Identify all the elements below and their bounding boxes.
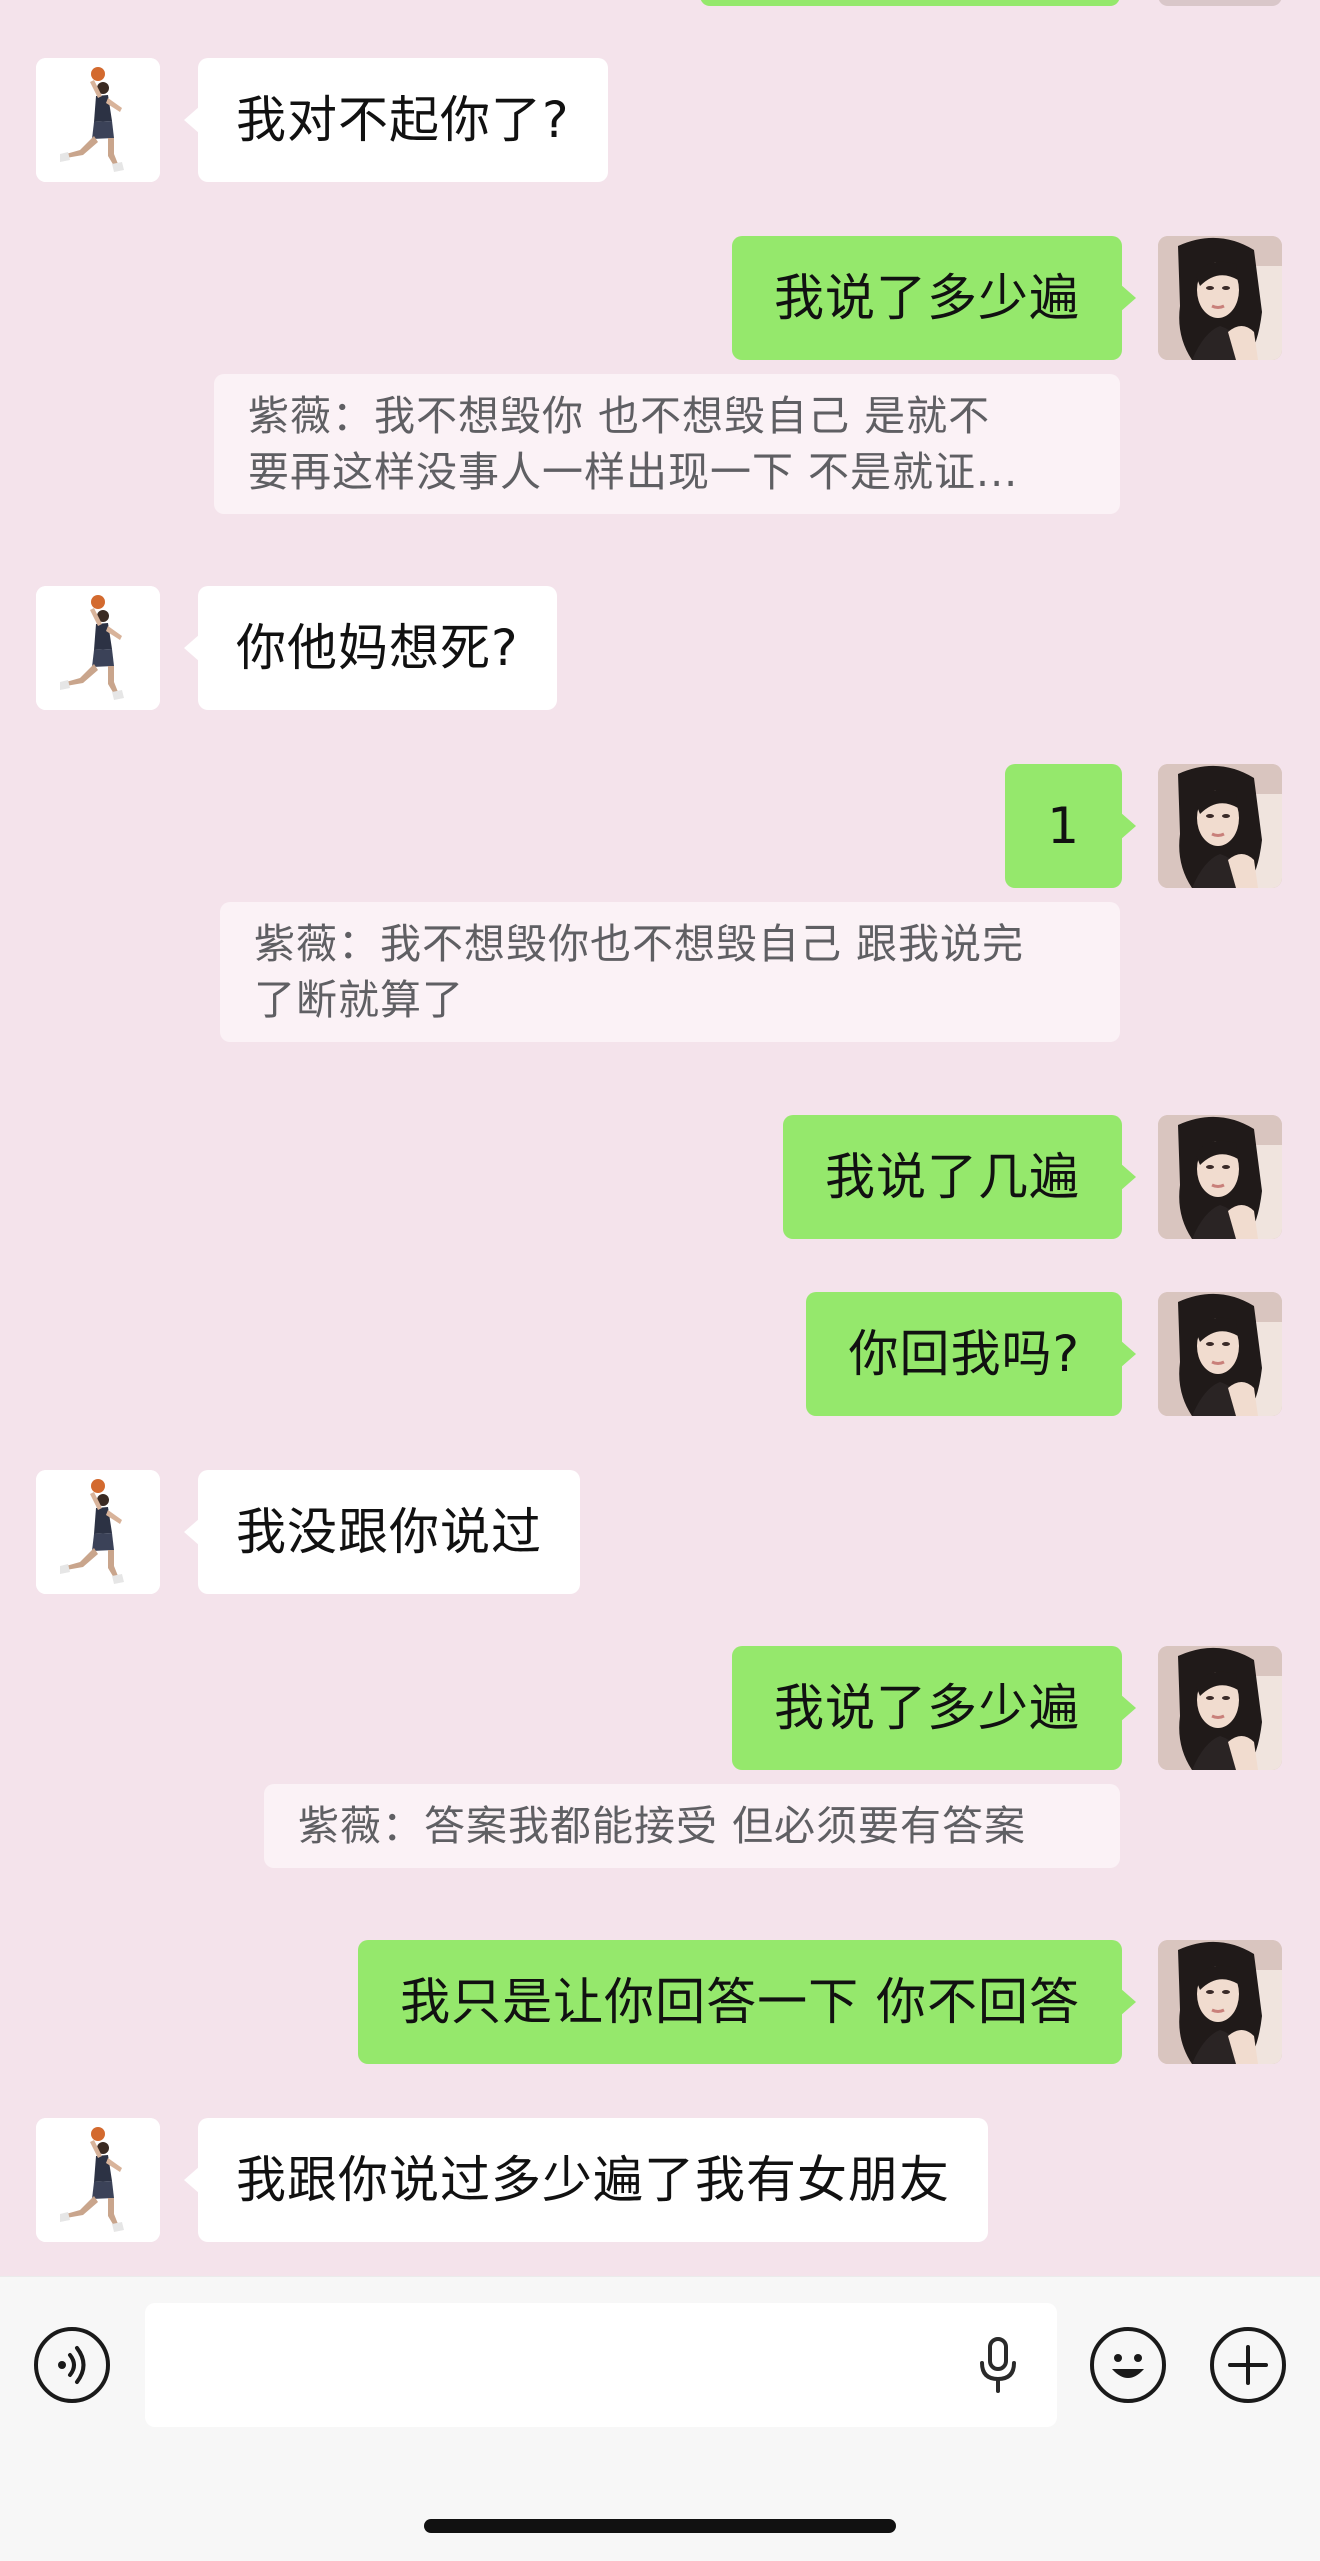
received-message[interactable]: 你他妈想死? — [184, 586, 557, 710]
woman-portrait-avatar-icon — [1158, 1292, 1282, 1416]
basketball-player-avatar-icon — [36, 2118, 160, 2242]
self-avatar[interactable] — [1158, 1940, 1282, 2064]
quote-line: 紫薇：答案我都能接受 但必须要有答案 — [298, 1802, 1027, 1850]
message-input[interactable] — [145, 2303, 1057, 2427]
received-message[interactable]: 我没跟你说过 — [184, 1470, 580, 1594]
sent-message[interactable]: 我说了多少遍 — [732, 236, 1136, 360]
quote-line: 紫薇：我不想毁你也不想毁自己 跟我说完 — [254, 920, 1025, 968]
emoji-button[interactable] — [1090, 2327, 1166, 2403]
plus-icon — [1228, 2345, 1268, 2385]
self-avatar[interactable] — [1158, 1115, 1282, 1239]
basketball-player-avatar-icon — [36, 1470, 160, 1594]
previous-sent-bubble[interactable] — [700, 0, 1120, 6]
contact-avatar[interactable] — [36, 58, 160, 182]
microphone-icon[interactable] — [975, 2335, 1021, 2395]
home-indicator[interactable] — [424, 2519, 896, 2533]
message-text: 你回我吗? — [848, 1325, 1080, 1383]
sent-message[interactable]: 我说了多少遍 — [732, 1646, 1136, 1770]
quote-line: 要再这样没事人一样出现一下 不是就证... — [248, 448, 1019, 496]
received-message[interactable]: 我对不起你了? — [184, 58, 608, 182]
woman-portrait-avatar-icon — [1158, 764, 1282, 888]
message-text: 我只是让你回答一下 你不回答 — [400, 1973, 1080, 2031]
emoji-icon — [1112, 2354, 1144, 2378]
quoted-reply[interactable]: 紫薇：答案我都能接受 但必须要有答案 — [264, 1784, 1120, 1868]
sent-message[interactable]: 你回我吗? — [806, 1292, 1136, 1416]
contact-avatar[interactable] — [36, 1470, 160, 1594]
voice-toggle-icon — [58, 2346, 86, 2384]
quote-line: 了断就算了 — [254, 976, 464, 1024]
message-text: 我说了多少遍 — [774, 269, 1080, 327]
woman-portrait-avatar-icon — [1158, 1646, 1282, 1770]
chat-area[interactable]: 我对不起你了? 我说了多少遍 紫薇：我不想毁你 也不想毁自己 是就不 要再这样没… — [0, 0, 1320, 2276]
sent-message[interactable]: 我只是让你回答一下 你不回答 — [358, 1940, 1136, 2064]
contact-avatar[interactable] — [36, 586, 160, 710]
message-text: 你他妈想死? — [236, 619, 519, 677]
self-avatar[interactable] — [1158, 764, 1282, 888]
message-text: 1 — [1047, 797, 1080, 855]
message-text: 我说了几遍 — [825, 1148, 1080, 1206]
sent-message[interactable]: 我说了几遍 — [783, 1115, 1136, 1239]
input-bar — [0, 2276, 1320, 2561]
sent-message[interactable]: 1 — [1005, 764, 1136, 888]
message-text: 我没跟你说过 — [236, 1503, 542, 1561]
self-avatar[interactable] — [1158, 1646, 1282, 1770]
quoted-reply[interactable]: 紫薇：我不想毁你也不想毁自己 跟我说完 了断就算了 — [220, 902, 1120, 1042]
voice-toggle-button[interactable] — [34, 2327, 110, 2403]
woman-portrait-avatar-icon — [1158, 1940, 1282, 2064]
woman-portrait-avatar-icon — [1158, 1115, 1282, 1239]
self-avatar[interactable] — [1158, 236, 1282, 360]
received-message[interactable]: 我跟你说过多少遍了我有女朋友 — [184, 2118, 988, 2242]
quoted-reply[interactable]: 紫薇：我不想毁你 也不想毁自己 是就不 要再这样没事人一样出现一下 不是就证..… — [214, 374, 1120, 514]
message-text: 我对不起你了? — [236, 91, 570, 149]
basketball-player-avatar-icon — [36, 58, 160, 182]
basketball-player-avatar-icon — [36, 586, 160, 710]
message-text: 我说了多少遍 — [774, 1679, 1080, 1737]
message-text: 我跟你说过多少遍了我有女朋友 — [236, 2151, 950, 2209]
contact-avatar[interactable] — [36, 2118, 160, 2242]
self-avatar[interactable] — [1158, 1292, 1282, 1416]
woman-portrait-avatar-icon — [1158, 236, 1282, 360]
quote-line: 紫薇：我不想毁你 也不想毁自己 是就不 — [248, 392, 991, 440]
previous-avatar[interactable] — [1158, 0, 1282, 6]
more-actions-button[interactable] — [1210, 2327, 1286, 2403]
